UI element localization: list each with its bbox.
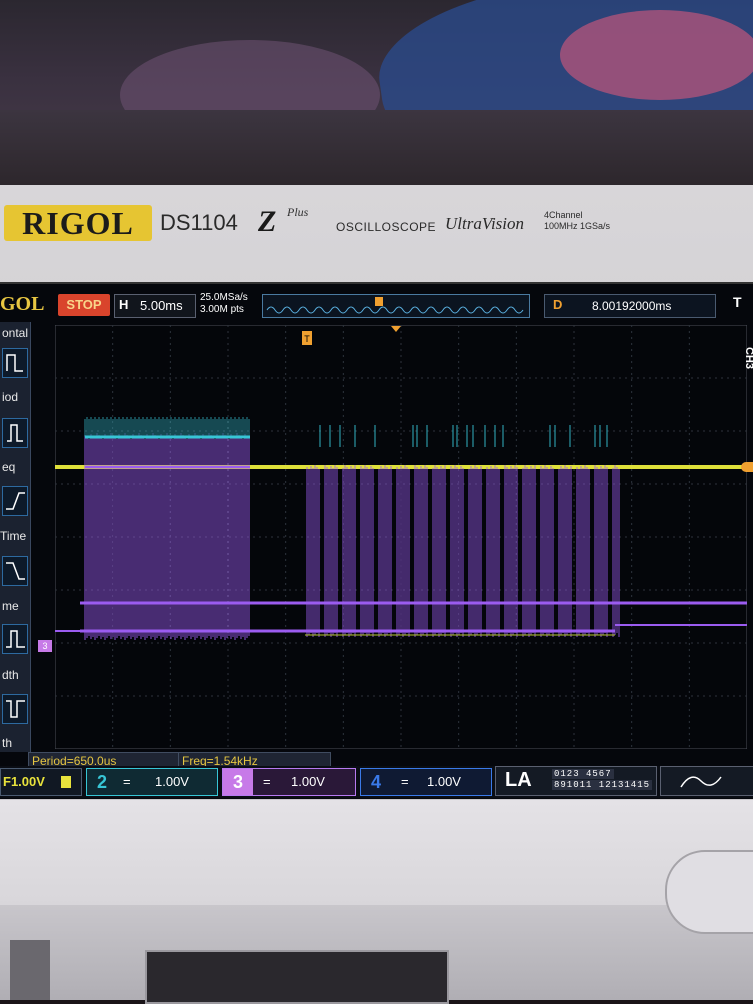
ch2-coupling-icon: = bbox=[123, 774, 131, 789]
spec-channels: 4Channel bbox=[544, 210, 583, 220]
trigger-settings-box[interactable] bbox=[660, 766, 753, 796]
brand-logo: RIGOL bbox=[4, 205, 152, 241]
la-channels-row2: 891011 12131415 bbox=[552, 780, 653, 790]
ch3-number: 3 bbox=[233, 772, 244, 792]
ch2-box[interactable]: 2 = 1.00V bbox=[86, 768, 218, 796]
ch3-ground-marker[interactable]: 3 bbox=[38, 640, 52, 652]
menu-item-rise-time[interactable]: Time bbox=[0, 529, 26, 543]
front-port-panel bbox=[145, 950, 449, 1004]
spec-bandwidth: 100MHz 1GSa/s bbox=[544, 221, 611, 231]
channel-marker: CH3 bbox=[743, 346, 753, 370]
ch4-scale: 1.00V bbox=[427, 774, 461, 789]
menu-item-freq[interactable]: eq bbox=[2, 460, 15, 474]
ch4-coupling-icon: = bbox=[401, 774, 409, 789]
panel-curve bbox=[665, 850, 753, 934]
menu-title: ontal bbox=[2, 326, 29, 340]
device-specs: 4Channel 100MHz 1GSa/s bbox=[544, 210, 610, 232]
ch1-box[interactable]: F1.00V bbox=[0, 768, 82, 796]
ch4-number: 4 bbox=[371, 772, 382, 792]
la-channels-row1: 0123 4567 bbox=[552, 769, 614, 779]
neg-width-icon[interactable] bbox=[2, 694, 28, 724]
ch3-coupling-icon: = bbox=[263, 774, 271, 789]
ch2-scale: 1.00V bbox=[155, 774, 189, 789]
trigger-marker-text: T bbox=[304, 334, 310, 344]
ch1-coupling-icon bbox=[61, 776, 71, 788]
trigger-level-marker[interactable] bbox=[741, 462, 753, 472]
waveform-overview[interactable] bbox=[262, 294, 530, 318]
ch1-scale: F1.00V bbox=[3, 774, 45, 789]
ch4-box[interactable]: 4 = 1.00V bbox=[360, 768, 492, 796]
run-stop-status[interactable]: STOP bbox=[58, 294, 110, 316]
overview-wave bbox=[266, 297, 524, 314]
sample-rate: 25.0MSa/s bbox=[200, 292, 248, 303]
menu-item-fall-time[interactable]: me bbox=[2, 599, 19, 613]
menu-item-period[interactable]: iod bbox=[2, 390, 18, 404]
ch3-scale: 1.00V bbox=[291, 774, 325, 789]
menu-item-pos-width[interactable]: dth bbox=[2, 668, 19, 682]
trigger-edge-icon bbox=[680, 776, 722, 788]
overview-trigger-marker bbox=[375, 297, 383, 306]
pos-width-icon[interactable] bbox=[2, 624, 28, 654]
menu-item-neg-width: th bbox=[2, 736, 13, 750]
device-category: OSCILLOSCOPE bbox=[336, 220, 437, 234]
frequency-icon[interactable] bbox=[2, 418, 28, 448]
waveform-display: T bbox=[55, 325, 747, 749]
delay-value: 8.00192000ms bbox=[592, 299, 672, 313]
ch3-box[interactable]: 3 = 1.00V bbox=[222, 768, 356, 796]
series-name: UltraVision bbox=[445, 214, 525, 233]
la-label: LA bbox=[505, 769, 532, 791]
period-icon[interactable] bbox=[2, 348, 28, 378]
side-port bbox=[10, 940, 50, 1000]
background-scene bbox=[0, 0, 753, 200]
background-shape bbox=[560, 10, 753, 100]
timebase-label: H bbox=[119, 297, 129, 312]
ch2-number: 2 bbox=[97, 772, 108, 792]
fall-time-icon[interactable] bbox=[2, 556, 28, 586]
trigger-label[interactable]: T bbox=[733, 294, 742, 310]
delay-label: D bbox=[553, 297, 563, 312]
memory-depth: 3.00M pts bbox=[200, 304, 244, 315]
model-name: DS1104 bbox=[160, 210, 238, 235]
timebase-value: 5.00ms bbox=[140, 298, 183, 313]
model-suffix: Z bbox=[258, 205, 277, 238]
measure-menu: ontal iod eq Time me dth th bbox=[0, 322, 31, 752]
screen-logo: GOL bbox=[0, 293, 45, 315]
rise-time-icon[interactable] bbox=[2, 486, 28, 516]
model-plus: Plus bbox=[287, 205, 309, 219]
